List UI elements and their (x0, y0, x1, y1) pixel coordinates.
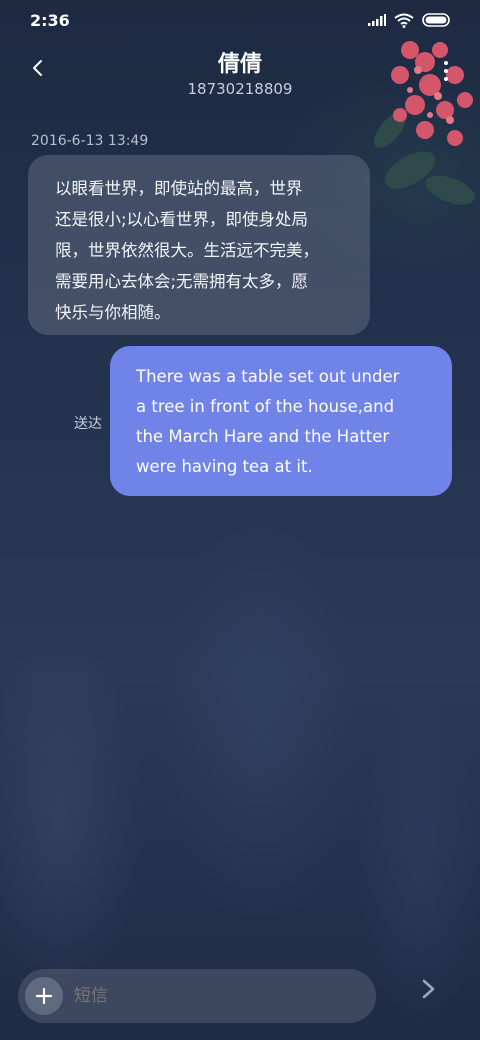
delivered-status: 送达 (74, 416, 102, 432)
send-button[interactable] (418, 976, 440, 1002)
contact-name: 倩倩 (217, 52, 262, 77)
message-line: There was a table set out under (136, 367, 400, 386)
outgoing-message-bubble[interactable]: There was a table set out under a tree i… (110, 346, 452, 496)
message-line: were having tea at it. (136, 457, 313, 476)
message-input[interactable] (74, 969, 364, 1023)
compose-bar (18, 969, 376, 1023)
status-bar: 2:36 (0, 0, 480, 40)
contact-number: 18730218809 (187, 80, 293, 98)
message-line: 快乐与你相随。 (55, 303, 171, 322)
incoming-message-bubble[interactable]: 以眼看世界，即使站的最高，世界 还是很小;以心看世界，即使身处局 限，世界依然很… (28, 155, 370, 335)
wifi-icon (394, 13, 414, 28)
message-line: a tree in front of the house,and (136, 397, 395, 416)
contact-info[interactable]: 倩倩 18730218809 (0, 46, 480, 98)
status-time: 2:36 (30, 10, 70, 30)
plus-icon (35, 987, 53, 1005)
message-line: 以眼看世界，即使站的最高，世界 (55, 179, 303, 198)
message-timestamp: 2016-6-13 13:49 (31, 133, 149, 149)
message-line: 还是很小;以心看世界，即使身处局 (55, 210, 309, 229)
conversation-header: 倩倩 18730218809 (0, 40, 480, 110)
message-line: 限，世界依然很大。生活远不完美， (55, 241, 319, 260)
message-line: 需要用心去体会;无需拥有太多，愿 (55, 272, 309, 291)
signal-icon (368, 14, 386, 26)
more-options-icon[interactable] (442, 60, 450, 82)
message-line: the March Hare and the Hatter (136, 427, 390, 446)
battery-icon (422, 13, 450, 27)
add-attachment-button[interactable] (25, 977, 63, 1015)
